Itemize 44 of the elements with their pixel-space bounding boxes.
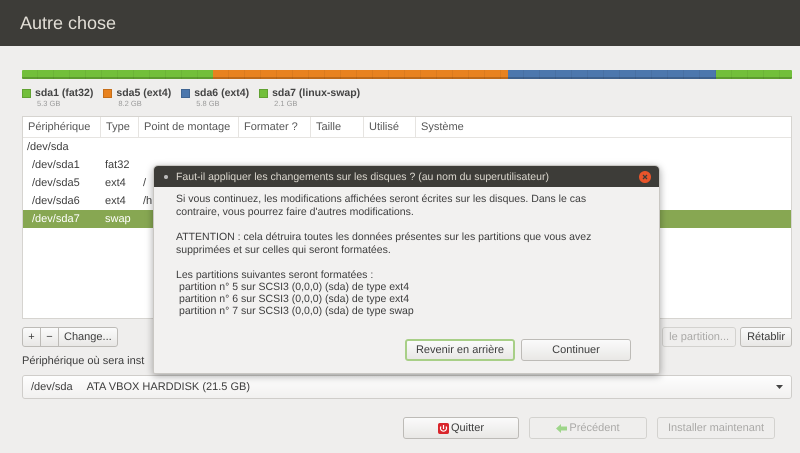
power-icon <box>438 422 449 434</box>
table-cell-text: /dev/sda <box>26 141 69 153</box>
column-header[interactable]: Point de montage <box>139 117 239 137</box>
quit-button[interactable]: Quitter <box>403 417 519 439</box>
table-cell-text: swap <box>104 213 131 225</box>
dialog-message: ATTENTION : cela détruira toutes les données présentes sur les partitions que vous avez supprimées et sur celles qui seront formatées. <box>176 231 592 257</box>
partition-name: sda5 (ext4) <box>116 87 172 99</box>
list-heading: Les partitions suivantes seront formatées : <box>176 269 374 281</box>
field-label: Périphérique où sera inst <box>22 355 146 369</box>
column-header[interactable]: Formater ? <box>239 117 311 137</box>
table-cell-text: /dev/sda6 <box>31 195 80 207</box>
table-cell-text: /dev/sda5 <box>31 177 80 189</box>
window-title: Autre chose <box>20 12 116 34</box>
menu-dot-icon <box>164 174 168 178</box>
dialog-message: Si vous continuez, les modifications affichées seront écrites sur les disques. Dans le cas contraire, vous pourrez faire d'autres modifications. <box>176 193 588 219</box>
device-dropdown[interactable]: /dev/sda ATA VBOX HARDDISK (21.5 GB) <box>22 375 792 399</box>
table-cell-text: / <box>142 177 146 189</box>
add-button[interactable]: + <box>22 327 41 347</box>
partition-name: sda7 (linux-swap) <box>272 87 360 99</box>
close-icon[interactable] <box>639 170 651 182</box>
table-cell-text: ext4 <box>104 177 126 189</box>
dialog-button[interactable]: Revenir en arrière <box>405 339 515 361</box>
partition-list-item: partition n° 6 sur SCSI3 (0,0,0) (sda) de type ext4 <box>178 293 410 305</box>
table-cell-text: /dev/sda1 <box>31 159 80 171</box>
arrow-left-icon <box>556 422 568 434</box>
column-header[interactable]: Système <box>416 117 791 137</box>
table-cell-text: fat32 <box>104 159 130 171</box>
partition-list-item: partition n° 7 sur SCSI3 (0,0,0) (sda) de type swap <box>178 305 415 317</box>
dropdown-arrow-icon <box>776 385 783 389</box>
dialog-title: Faut-il appliquer les changements sur les disques ? (au nom du superutilisateur) <box>176 170 550 182</box>
remove-button[interactable]: − <box>40 327 59 347</box>
column-header[interactable]: Utilisé <box>364 117 416 137</box>
partition-action-button[interactable]: Rétablir <box>740 327 792 347</box>
change-button[interactable]: Change... <box>58 327 118 347</box>
column-header[interactable]: Périphérique <box>23 117 101 137</box>
partition-name: sda1 (fat32) <box>35 87 94 99</box>
table-cell-text: ext4 <box>104 195 126 207</box>
partition-name: sda6 (ext4) <box>194 87 250 99</box>
table-cell-text: /dev/sda7 <box>31 213 80 225</box>
dialog-button[interactable]: Continuer <box>521 339 631 361</box>
column-header[interactable]: Type <box>101 117 139 137</box>
table-cell-text: /h <box>142 195 152 207</box>
partition-list-item: partition n° 5 sur SCSI3 (0,0,0) (sda) de type ext4 <box>178 281 410 293</box>
column-header[interactable]: Taille <box>311 117 364 137</box>
